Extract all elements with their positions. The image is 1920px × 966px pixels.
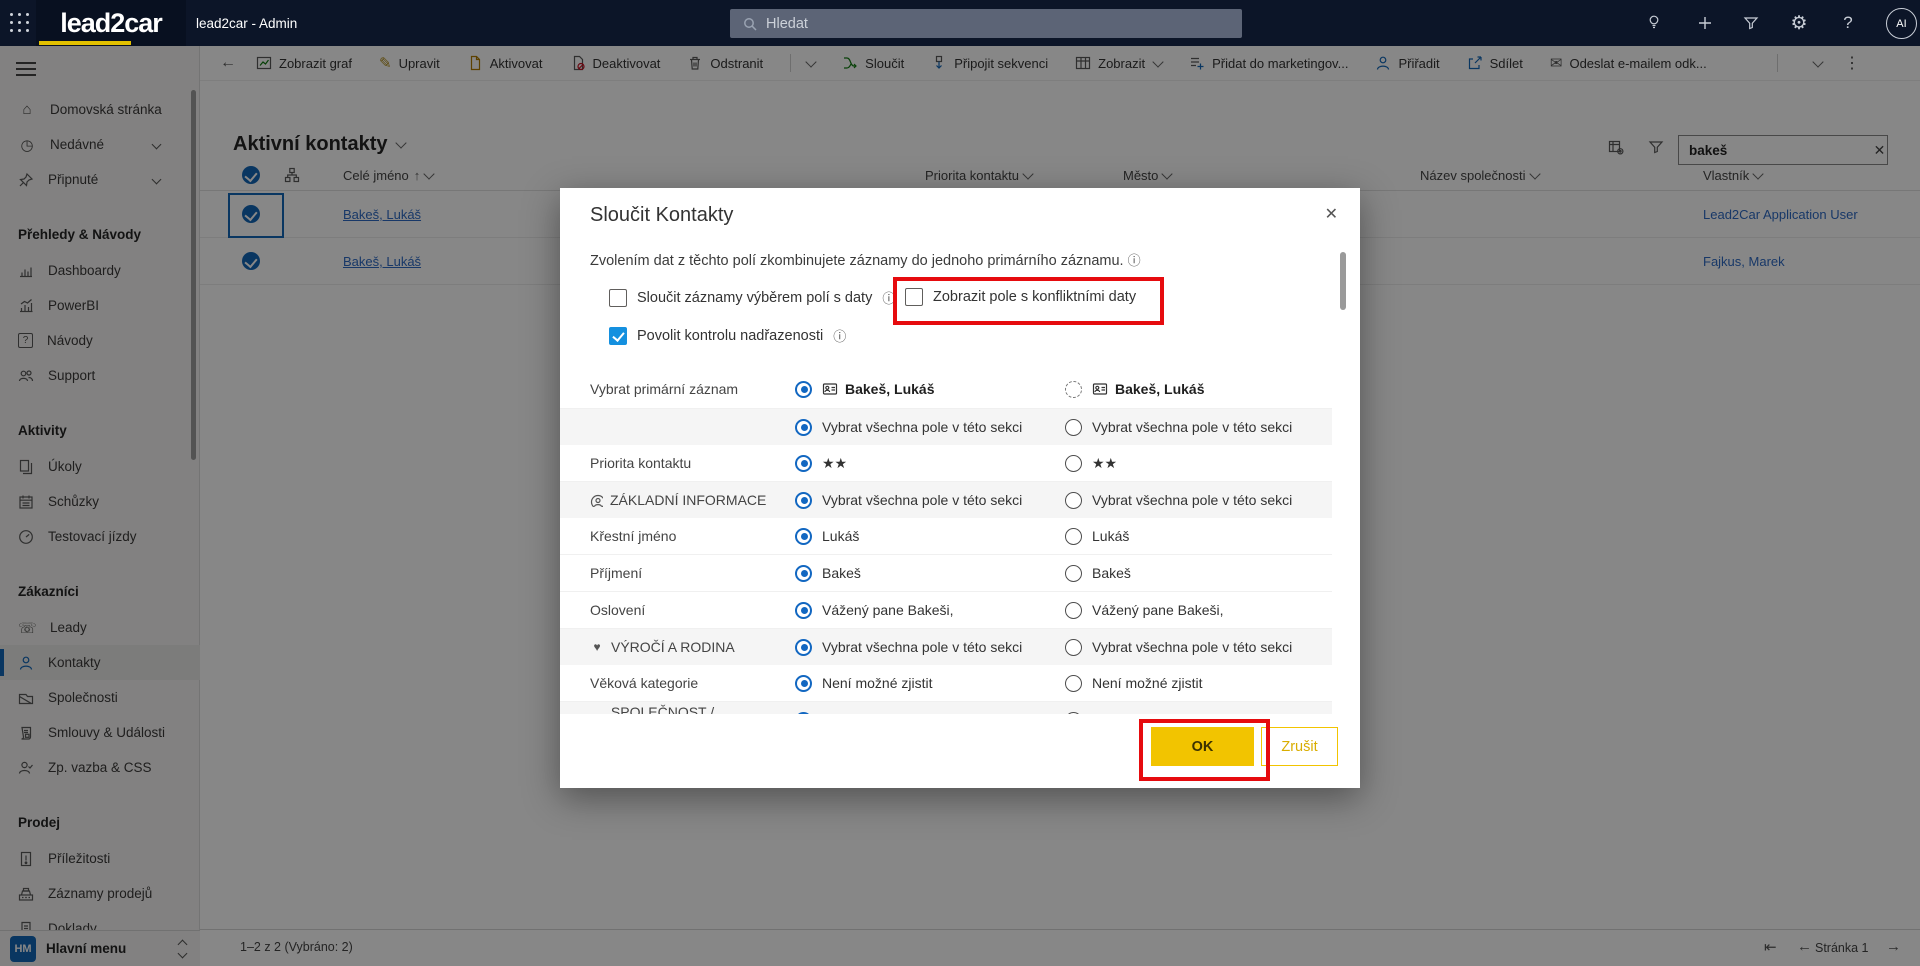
checkbox-unchecked[interactable] — [905, 288, 923, 306]
radio-selected[interactable] — [795, 565, 812, 582]
option-left[interactable]: Není možné zjistit — [795, 675, 932, 692]
dialog-title: Sloučit Kontakty — [590, 204, 733, 227]
info-icon[interactable]: ⓘ — [882, 288, 895, 307]
option-left[interactable]: Lukáš — [795, 528, 859, 545]
field-row-first-name: Křestní jméno Lukáš Lukáš — [560, 518, 1332, 555]
option-left[interactable]: Vybrat všechna pole v této sekci — [795, 492, 1022, 509]
option-right[interactable]: ★★ — [1065, 455, 1117, 472]
radio-unselected[interactable] — [1065, 639, 1082, 656]
merge-by-fields-checkbox[interactable]: Sloučit záznamy výběrem polí s daty ⓘ — [609, 288, 895, 307]
checkbox-unchecked[interactable] — [609, 289, 627, 307]
app-logo[interactable]: lead2car — [36, 0, 186, 46]
user-avatar[interactable]: AI — [1886, 8, 1917, 39]
radio-selected[interactable] — [795, 675, 812, 692]
select-all-section-row: Vybrat všechna pole v této sekci Vybrat … — [560, 409, 1332, 445]
radio-unselected[interactable] — [1065, 381, 1082, 398]
option-right[interactable]: Vybrat všechna pole v této sekci — [1065, 419, 1292, 436]
cancel-button[interactable]: Zrušit — [1261, 727, 1338, 766]
radio-unselected[interactable] — [1065, 602, 1082, 619]
contact-card-icon — [1092, 381, 1108, 397]
merge-fields-table: Vybrat primární záznam Bakeš, Lukáš Bake… — [560, 370, 1332, 714]
app-window: lead2car lead2car - Admin Hledat ⚙ ? AI … — [0, 0, 1920, 966]
radio-unselected[interactable] — [1065, 712, 1082, 715]
option-right[interactable]: Vážený pane Bakeši, — [1065, 602, 1224, 619]
radio-selected[interactable] — [795, 419, 812, 436]
option-right[interactable]: Lukáš — [1065, 528, 1129, 545]
radio-selected[interactable] — [795, 602, 812, 619]
global-search-box[interactable]: Hledat — [730, 9, 1242, 38]
section-row-company: ↥SPOLEČNOST / PODNIKÁ Vybrat všechna pol… — [560, 702, 1332, 714]
radio-unselected[interactable] — [1065, 528, 1082, 545]
checkbox-checked[interactable] — [609, 327, 627, 345]
option-right[interactable]: Vybrat všechna pole v této sekci — [1065, 492, 1292, 509]
merge-contacts-dialog: Sloučit Kontakty ✕ Zvolením dat z těchto… — [560, 188, 1360, 788]
radio-selected[interactable] — [795, 639, 812, 656]
option-left[interactable]: Vážený pane Bakeši, — [795, 602, 954, 619]
field-row-priority: Priorita kontaktu ★★ ★★ — [560, 445, 1332, 482]
show-conflicting-fields-checkbox[interactable]: Zobrazit pole s konfliktními daty — [905, 288, 1136, 306]
option-right[interactable]: Bakeš — [1065, 565, 1131, 582]
search-placeholder: Hledat — [766, 16, 808, 32]
option-left[interactable]: Vybrat všechna pole v této sekci — [795, 419, 1022, 436]
ok-button[interactable]: OK — [1151, 727, 1254, 766]
parent-check-checkbox[interactable]: Povolit kontrolu nadřazenosti ⓘ — [609, 326, 846, 345]
option-left[interactable]: Vybrat všechna pole v této sekci — [795, 639, 1022, 656]
option-right[interactable]: Vybrat všechna pole v této sekci — [1065, 639, 1292, 656]
contact-card-icon — [822, 381, 838, 397]
help-icon[interactable]: ? — [1833, 0, 1863, 46]
radio-selected[interactable] — [795, 712, 812, 715]
dialog-description: Zvolením dat z těchto polí zkombinujete … — [590, 250, 1141, 269]
search-icon — [742, 16, 758, 32]
settings-gear-icon[interactable]: ⚙ — [1784, 0, 1814, 46]
radio-unselected[interactable] — [1065, 419, 1082, 436]
field-row-age-category: Věková kategorie Není možné zjistit Není… — [560, 665, 1332, 702]
filter-icon[interactable] — [1736, 0, 1766, 46]
info-icon[interactable]: ⓘ — [1128, 253, 1141, 268]
radio-selected[interactable] — [795, 492, 812, 509]
plus-icon[interactable] — [1690, 0, 1720, 46]
option-left[interactable]: ★★ — [795, 455, 847, 472]
primary-record-row: Vybrat primární záznam Bakeš, Lukáš Bake… — [560, 370, 1332, 409]
heart-icon: ♥ — [590, 640, 604, 654]
radio-selected[interactable] — [795, 455, 812, 472]
field-row-salutation: Oslovení Vážený pane Bakeši, Vážený pane… — [560, 592, 1332, 629]
close-icon[interactable]: ✕ — [1325, 204, 1338, 224]
field-row-last-name: Příjmení Bakeš Bakeš — [560, 555, 1332, 592]
primary-record-option-left[interactable]: Bakeš, Lukáš — [795, 381, 935, 398]
section-row-basic-info: ZÁKLADNÍ INFORMACE Vybrat všechna pole v… — [560, 482, 1332, 518]
radio-selected[interactable] — [795, 528, 812, 545]
section-row-anniversary: ♥VÝROČÍ A RODINA Vybrat všechna pole v t… — [560, 629, 1332, 665]
logo-text: lead2car — [60, 8, 162, 39]
person-circle-icon — [590, 494, 603, 507]
radio-unselected[interactable] — [1065, 675, 1082, 692]
option-left[interactable]: Vybrat všechna pole v této sekci — [795, 712, 1022, 715]
option-right[interactable]: Není možné zjistit — [1065, 675, 1202, 692]
top-navigation-bar: lead2car lead2car - Admin Hledat ⚙ ? AI — [0, 0, 1920, 46]
app-title: lead2car - Admin — [196, 0, 297, 46]
company-icon: ↥ — [590, 713, 604, 714]
radio-unselected[interactable] — [1065, 565, 1082, 582]
info-icon[interactable]: ⓘ — [833, 326, 846, 345]
radio-selected[interactable] — [795, 381, 812, 398]
primary-record-option-right[interactable]: Bakeš, Lukáš — [1065, 381, 1205, 398]
option-left[interactable]: Bakeš — [795, 565, 861, 582]
app-launcher-waffle-icon[interactable] — [10, 13, 30, 33]
radio-unselected[interactable] — [1065, 492, 1082, 509]
lightbulb-icon[interactable] — [1640, 0, 1670, 46]
radio-unselected[interactable] — [1065, 455, 1082, 472]
option-right[interactable]: Vybrat všechna pole v této sekci — [1065, 712, 1292, 715]
dialog-scrollbar[interactable] — [1340, 252, 1346, 310]
logo-underline — [39, 41, 131, 45]
